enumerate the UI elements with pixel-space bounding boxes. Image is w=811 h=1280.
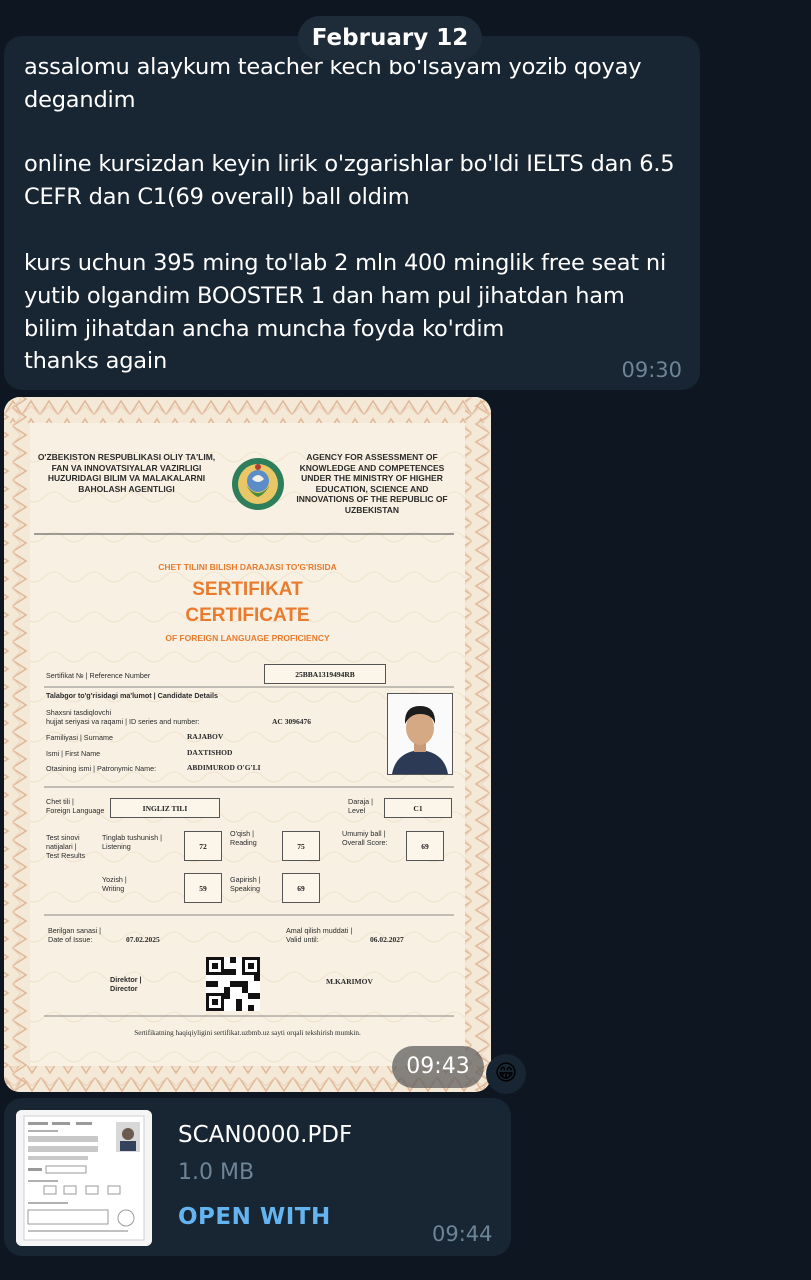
cert-overall-score: 69 [406, 831, 444, 861]
certificate-document: O'ZBEKISTON RESPUBLIKASI OLIY TA'LIM, FA… [4, 397, 491, 1092]
cert-director-label: Direktor | [110, 975, 142, 984]
cert-results-label: Test Results [46, 851, 86, 860]
cert-id-label: hujjat seriyasi va raqami | ID series an… [46, 717, 200, 726]
cert-candidate-label: Talabgor to'g'risidagi ma'lumot | Candid… [46, 691, 218, 700]
cert-director-label: Director [110, 984, 138, 993]
message-line: kurs uchun 395 ming to'lab 2 mln 400 min… [24, 250, 666, 276]
message-line: degandim [24, 87, 136, 113]
cert-firstname-value: DAXTISHOD [187, 748, 233, 757]
cert-subtitle-top: CHET TILINI BILISH DARAJASI TO'G'RISIDA [158, 562, 337, 572]
cert-footer: Sertifikatning haqiqiyligini sertifikat.… [134, 1029, 361, 1037]
cert-surname-label: Familiyasi | Surname [46, 733, 113, 742]
cert-title-en: CERTIFICATE [185, 605, 310, 626]
message-line: yutib olgandim BOOSTER 1 dan ham pul jih… [24, 283, 625, 309]
cert-lang-label: Chet tili | [46, 797, 74, 806]
cert-level-value: C1 [384, 798, 452, 818]
cert-listening-score: 72 [184, 831, 222, 861]
open-with-button[interactable]: OPEN WITH [178, 1204, 331, 1230]
message-line: CEFR dan C1(69 overall) ball oldim [24, 184, 410, 210]
cert-level-label: Level [348, 806, 366, 815]
cert-surname-value: RAJABOV [187, 732, 224, 741]
file-size: 1.0 MB [178, 1160, 255, 1185]
file-name[interactable]: SCAN0000.PDF [178, 1122, 352, 1148]
cert-ref-value: 25BBA1319494RB [264, 664, 386, 684]
cert-reading-label: Reading [230, 838, 257, 847]
cert-header-right: AGENCY FOR ASSESSMENT OF KNOWLEDGE AND C… [296, 452, 448, 515]
qr-code-icon [206, 957, 260, 1011]
cert-speaking-score: 69 [282, 873, 320, 903]
cert-issue-label: Date of Issue: [48, 935, 93, 944]
cert-director-name: M.KARIMOV [326, 977, 373, 986]
message-bubble[interactable]: assalomu alaykum teacher kech bo'lsayam … [4, 36, 700, 390]
cert-issue-label: Berilgan sanasi | [48, 926, 102, 935]
cert-title-uz: SERTIFIKAT [192, 579, 303, 600]
cert-lang-label: Foreign Language [46, 806, 105, 815]
message-time: 09:30 [621, 358, 682, 382]
state-emblem-icon [232, 458, 284, 510]
cert-valid-value: 06.02.2027 [370, 935, 404, 944]
cert-reading-score: 75 [282, 831, 320, 861]
cert-writing-score: 59 [184, 873, 222, 903]
candidate-photo [387, 693, 453, 775]
cert-patronymic-label: Otasining ismi | Patronymic Name: [46, 764, 157, 773]
cert-header-left: O'ZBEKISTON RESPUBLIKASI OLIY TA'LIM, FA… [37, 452, 216, 494]
cert-valid-label: Valid until: [286, 935, 319, 944]
date-separator: February 12 [298, 16, 482, 60]
file-thumbnail[interactable] [16, 1110, 152, 1246]
cert-ref-label: Sertifikat № | Reference Number [46, 671, 151, 680]
cert-listening-label: Tinglab tushunish | [102, 833, 162, 842]
cert-speaking-label: Gapirish | [230, 875, 261, 884]
cert-speaking-label: Speaking [230, 884, 260, 893]
cert-id-value: AC 3096476 [272, 717, 311, 726]
cert-subtitle-bottom: OF FOREIGN LANGUAGE PROFICIENCY [165, 633, 330, 643]
photo-time: 09:43 [392, 1046, 484, 1088]
cert-overall-label: Overall Score: [342, 838, 388, 847]
cert-overall-label: Umumiy ball | [342, 829, 386, 838]
file-time: 09:44 [432, 1222, 493, 1246]
cert-firstname-label: Ismi | First Name [46, 749, 101, 758]
cert-results-label: Test sinovi [46, 833, 80, 842]
grinning-emoji-reaction[interactable]: 😁 [486, 1054, 526, 1094]
certificate-photo[interactable]: O'ZBEKISTON RESPUBLIKASI OLIY TA'LIM, FA… [4, 397, 491, 1092]
cert-lang-value: INGLIZ TILI [110, 798, 220, 818]
message-line: online kursizdan keyin lirik o'zgarishla… [24, 151, 675, 177]
cert-writing-label: Yozish | [102, 875, 127, 884]
cert-valid-label: Amal qilish muddati | [286, 926, 353, 935]
cert-level-label: Daraja | [348, 797, 374, 806]
cert-reading-label: O'qish | [230, 829, 255, 838]
cert-results-label: natijalari | [46, 842, 77, 851]
pdf-preview-icon [16, 1110, 152, 1246]
message-line: bilim jihatdan ancha muncha foyda ko'rdi… [24, 316, 505, 342]
cert-writing-label: Writing [102, 884, 125, 893]
cert-patronymic-value: ABDIMUROD O'G'LI [187, 763, 261, 772]
cert-issue-value: 07.02.2025 [126, 935, 160, 944]
cert-id-label: Shaxsni tasdiqlovchi [46, 708, 112, 717]
message-line: thanks again [24, 348, 168, 374]
cert-listening-label: Listening [102, 842, 131, 851]
